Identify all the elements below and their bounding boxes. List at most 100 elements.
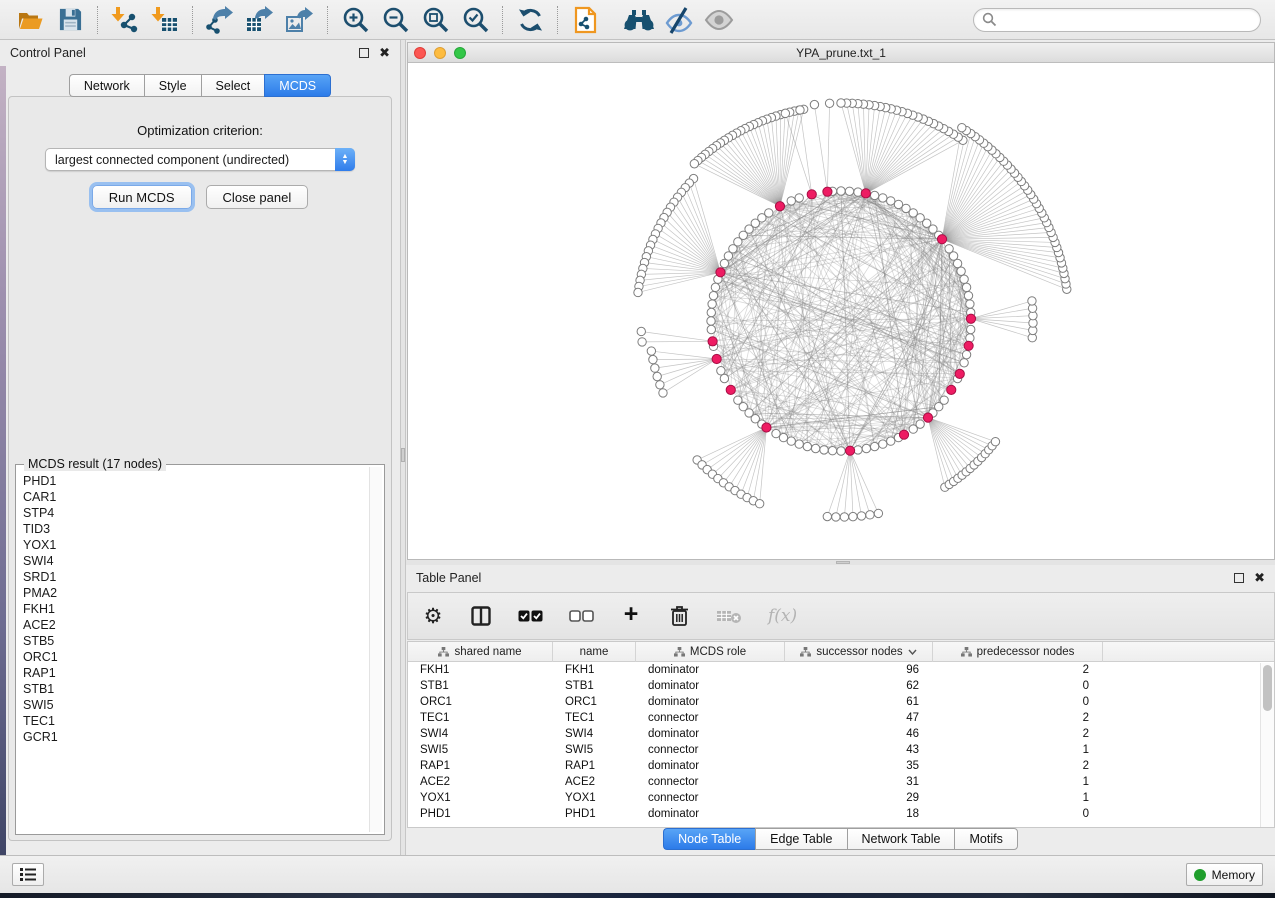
cell-successor-nodes[interactable]: 96	[785, 662, 933, 678]
cell-name[interactable]: RAP1	[553, 758, 636, 774]
column-header-predecessor-nodes[interactable]: predecessor nodes	[933, 642, 1103, 662]
table-row[interactable]: ORC1ORC1dominator610	[408, 694, 1274, 710]
cell-shared-name[interactable]: TEC1	[408, 710, 553, 726]
cell-mcds-role[interactable]: dominator	[636, 678, 785, 694]
mcds-result-item[interactable]: ACE2	[19, 617, 368, 633]
cell-successor-nodes[interactable]: 46	[785, 726, 933, 742]
tab-node-table[interactable]: Node Table	[663, 828, 755, 850]
mcds-result-item[interactable]: PMA2	[19, 585, 368, 601]
show-all-button[interactable]	[699, 3, 739, 37]
import-table-button[interactable]	[145, 3, 185, 37]
cell-predecessor-nodes[interactable]: 2	[933, 726, 1103, 742]
export-network-button[interactable]	[200, 3, 240, 37]
cell-name[interactable]: PHD1	[553, 806, 636, 822]
cell-mcds-role[interactable]: dominator	[636, 758, 785, 774]
add-column-button[interactable]: +	[620, 601, 642, 631]
zoom-out-button[interactable]	[375, 3, 415, 37]
float-panel-icon[interactable]	[359, 48, 369, 58]
tab-edge-table[interactable]: Edge Table	[755, 828, 846, 850]
cell-mcds-role[interactable]: dominator	[636, 694, 785, 710]
import-network-button[interactable]	[105, 3, 145, 37]
tab-network-table[interactable]: Network Table	[847, 828, 955, 850]
splitter-grip[interactable]	[836, 561, 850, 564]
find-button[interactable]	[619, 3, 659, 37]
hide-selected-button[interactable]	[659, 3, 699, 37]
search-input[interactable]	[1002, 13, 1252, 27]
cell-name[interactable]: STB1	[553, 678, 636, 694]
close-panel-icon[interactable]: ✖	[379, 48, 390, 58]
tab-mcds[interactable]: MCDS	[264, 74, 331, 97]
column-header-name[interactable]: name	[553, 642, 636, 662]
table-row[interactable]: TEC1TEC1connector472	[408, 710, 1274, 726]
cell-name[interactable]: SWI4	[553, 726, 636, 742]
table-settings-button[interactable]: ⚙	[422, 601, 444, 631]
cell-successor-nodes[interactable]: 62	[785, 678, 933, 694]
cell-shared-name[interactable]: SWI4	[408, 726, 553, 742]
cell-predecessor-nodes[interactable]: 1	[933, 790, 1103, 806]
tab-style[interactable]: Style	[144, 74, 201, 97]
tab-motifs[interactable]: Motifs	[954, 828, 1017, 850]
network-graph[interactable]	[408, 64, 1274, 559]
select-all-button[interactable]	[518, 601, 543, 631]
cell-shared-name[interactable]: PHD1	[408, 806, 553, 822]
mcds-result-item[interactable]: GCR1	[19, 729, 368, 745]
cell-shared-name[interactable]: STB1	[408, 678, 553, 694]
table-row[interactable]: SWI4SWI4dominator462	[408, 726, 1274, 742]
cell-shared-name[interactable]: YOX1	[408, 790, 553, 806]
cell-successor-nodes[interactable]: 47	[785, 710, 933, 726]
cell-shared-name[interactable]: FKH1	[408, 662, 553, 678]
cell-shared-name[interactable]: ORC1	[408, 694, 553, 710]
mcds-result-item[interactable]: ORC1	[19, 649, 368, 665]
cell-successor-nodes[interactable]: 43	[785, 742, 933, 758]
mcds-result-item[interactable]: PHD1	[19, 473, 368, 489]
cell-predecessor-nodes[interactable]: 1	[933, 774, 1103, 790]
mcds-result-item[interactable]: TID3	[19, 521, 368, 537]
optimization-criterion-select[interactable]: largest connected component (undirected)…	[45, 148, 355, 171]
cell-mcds-role[interactable]: dominator	[636, 806, 785, 822]
table-row[interactable]: SWI5SWI5connector431	[408, 742, 1274, 758]
cell-mcds-role[interactable]: dominator	[636, 726, 785, 742]
cell-name[interactable]: ORC1	[553, 694, 636, 710]
cell-successor-nodes[interactable]: 35	[785, 758, 933, 774]
zoom-selected-button[interactable]	[455, 3, 495, 37]
splitter-grip[interactable]	[401, 448, 405, 462]
cell-mcds-role[interactable]: connector	[636, 742, 785, 758]
table-row[interactable]: PHD1PHD1dominator180	[408, 806, 1274, 822]
open-session-button[interactable]	[10, 3, 50, 37]
table-row[interactable]: ACE2ACE2connector311	[408, 774, 1274, 790]
mcds-result-item[interactable]: TEC1	[19, 713, 368, 729]
cell-shared-name[interactable]: ACE2	[408, 774, 553, 790]
zoom-fit-button[interactable]	[415, 3, 455, 37]
scrollbar-thumb[interactable]	[1263, 665, 1272, 711]
save-session-button[interactable]	[50, 3, 90, 37]
cell-successor-nodes[interactable]: 31	[785, 774, 933, 790]
mcds-result-item[interactable]: CAR1	[19, 489, 368, 505]
mcds-result-item[interactable]: STB5	[19, 633, 368, 649]
cell-successor-nodes[interactable]: 61	[785, 694, 933, 710]
tab-select[interactable]: Select	[201, 74, 265, 97]
mcds-result-item[interactable]: STP4	[19, 505, 368, 521]
mcds-result-item[interactable]: SWI5	[19, 697, 368, 713]
duplicate-network-button[interactable]	[565, 3, 605, 37]
cell-name[interactable]: SWI5	[553, 742, 636, 758]
memory-button[interactable]: Memory	[1186, 863, 1263, 886]
cell-predecessor-nodes[interactable]: 1	[933, 742, 1103, 758]
delete-table-button-disabled[interactable]	[716, 601, 742, 631]
cell-mcds-role[interactable]: connector	[636, 790, 785, 806]
mcds-list-scrollbar[interactable]	[369, 467, 382, 832]
table-row[interactable]: STB1STB1dominator620	[408, 678, 1274, 694]
cell-predecessor-nodes[interactable]: 0	[933, 694, 1103, 710]
cell-name[interactable]: TEC1	[553, 710, 636, 726]
cell-shared-name[interactable]: RAP1	[408, 758, 553, 774]
cell-mcds-role[interactable]: connector	[636, 774, 785, 790]
cell-shared-name[interactable]: SWI5	[408, 742, 553, 758]
close-panel-icon[interactable]: ✖	[1254, 573, 1265, 583]
column-header-successor-nodes[interactable]: successor nodes	[785, 642, 933, 662]
float-panel-icon[interactable]	[1234, 573, 1244, 583]
cell-predecessor-nodes[interactable]: 2	[933, 662, 1103, 678]
network-canvas[interactable]	[408, 64, 1274, 559]
mcds-result-item[interactable]: YOX1	[19, 537, 368, 553]
apply-layout-button[interactable]	[510, 3, 550, 37]
mcds-result-item[interactable]: SWI4	[19, 553, 368, 569]
cell-mcds-role[interactable]: dominator	[636, 662, 785, 678]
